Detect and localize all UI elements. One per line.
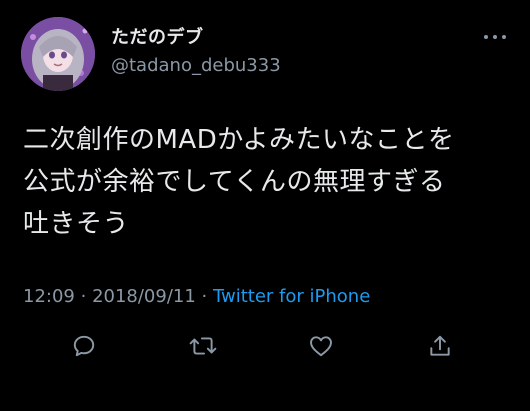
like-button[interactable] (306, 331, 336, 361)
action-bar (0, 331, 530, 361)
meta-separator: · (80, 286, 93, 307)
retweet-button[interactable] (188, 331, 218, 361)
tweet-date[interactable]: 2018/09/11 (92, 286, 196, 307)
more-options-button[interactable] (484, 28, 506, 46)
more-dot-icon (502, 35, 506, 39)
tweet-text: 二次創作のMADかよみたいなことを 公式が余裕でしてくんの無理すぎる 吐きそう (23, 119, 513, 245)
like-icon (310, 336, 332, 357)
reply-button[interactable] (69, 331, 99, 361)
display-name[interactable]: ただのデブ (111, 27, 204, 49)
avatar-image-icon (21, 17, 95, 91)
tweet-source-link[interactable]: Twitter for iPhone (213, 286, 370, 307)
tweet-text-line: 公式が余裕でしてくんの無理すぎる (23, 167, 446, 197)
tweet-card: ただのデブ @tadano_debu333 二次創作のMADかよみたいなことを … (0, 0, 530, 411)
tweet-text-line: 二次創作のMADかよみたいなことを (23, 125, 455, 155)
reply-icon (73, 335, 95, 357)
retweet-icon (189, 337, 217, 355)
tweet-meta: 12:09 · 2018/09/11 · Twitter for iPhone (23, 286, 370, 308)
tweet-text-line: 吐きそう (23, 209, 130, 239)
share-button[interactable] (425, 331, 455, 361)
more-dot-icon (493, 35, 497, 39)
more-dot-icon (484, 35, 488, 39)
share-icon (430, 335, 450, 356)
tweet-time[interactable]: 12:09 (23, 286, 75, 307)
user-handle[interactable]: @tadano_debu333 (111, 55, 281, 77)
meta-separator: · (201, 286, 213, 307)
avatar[interactable] (21, 17, 95, 91)
